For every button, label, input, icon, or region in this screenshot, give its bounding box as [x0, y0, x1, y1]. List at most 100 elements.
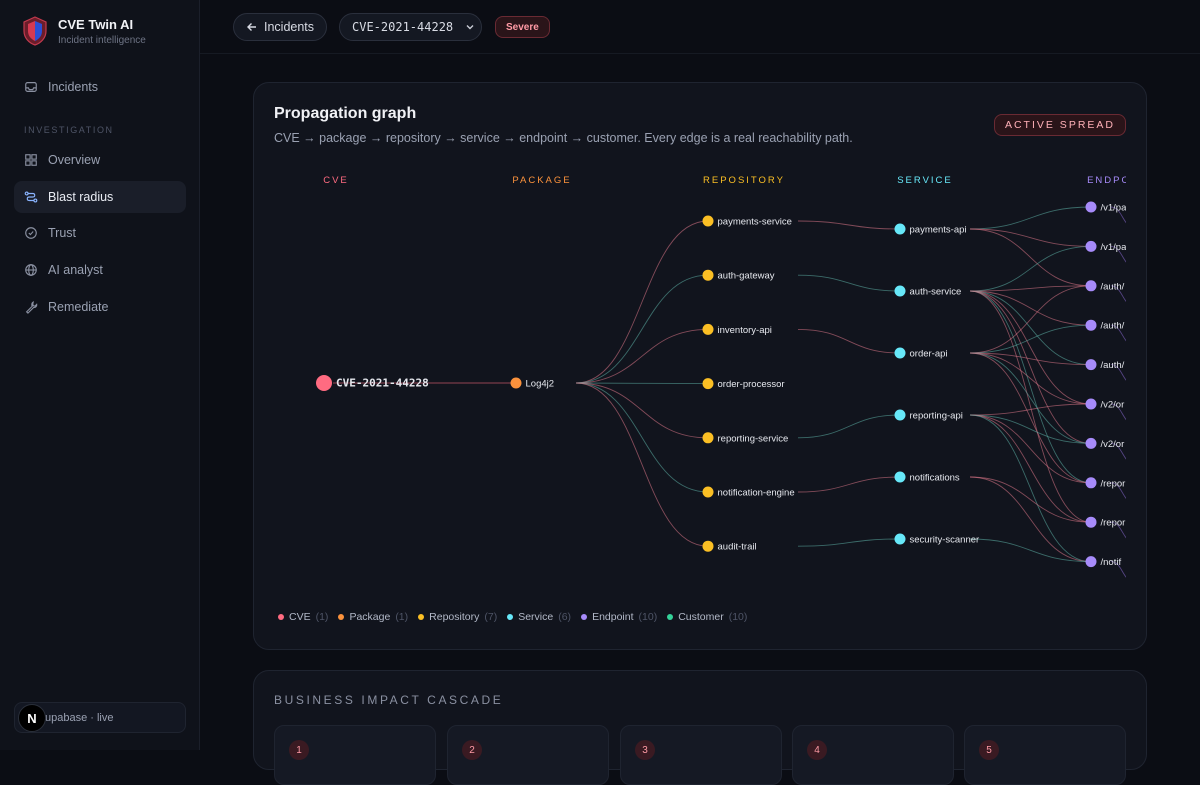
endpoint-node-label: /v2/or: [1101, 400, 1125, 411]
repository-node[interactable]: notification-engine: [702, 486, 795, 499]
graph-edge: [969, 476, 1092, 563]
legend-count: (1): [395, 611, 409, 623]
back-to-incidents-button[interactable]: Incidents: [233, 13, 327, 41]
endpoint-node[interactable]: /notif: [1085, 556, 1122, 568]
brand[interactable]: CVE Twin AI Incident intelligence: [22, 16, 146, 46]
repository-node[interactable]: inventory-api: [702, 323, 772, 336]
edge-layer: [333, 206, 1126, 578]
endpoint-node[interactable]: /v1/pa: [1085, 201, 1127, 214]
graph-edge: [797, 476, 901, 493]
endpoint-node[interactable]: /repor: [1085, 516, 1126, 529]
repository-node[interactable]: order-processor: [702, 378, 785, 390]
graph-edge: [797, 414, 901, 439]
endpoint-node-dot: [1085, 398, 1097, 410]
legend-count: (10): [728, 611, 748, 623]
endpoint-node[interactable]: /v2/or: [1085, 437, 1125, 450]
impact-step[interactable]: 4: [792, 725, 954, 785]
graph-edge: [575, 328, 709, 384]
endpoint-node-dot: [1085, 556, 1097, 568]
legend-label: Customer: [678, 611, 724, 623]
sidebar-item-incidents[interactable]: Incidents: [14, 71, 186, 103]
connection-status-text: upabase · live: [45, 711, 114, 724]
repository-node[interactable]: reporting-service: [702, 432, 789, 444]
endpoint-node[interactable]: /auth/: [1085, 280, 1125, 292]
endpoint-node[interactable]: /auth/: [1085, 319, 1125, 332]
check-circle-icon: [25, 227, 37, 239]
service-node[interactable]: notifications: [894, 471, 960, 484]
repository-node-dot: [702, 432, 714, 444]
graph-edge: [575, 382, 709, 493]
step-number: 1: [289, 740, 309, 760]
endpoint-node[interactable]: /auth/: [1085, 359, 1125, 371]
impact-title: BUSINESS IMPACT CASCADE: [274, 693, 504, 707]
endpoint-node-dot: [1085, 319, 1097, 331]
impact-step[interactable]: 3: [620, 725, 782, 785]
graph-edge: [575, 220, 709, 384]
inbox-icon: [25, 82, 37, 92]
sidebar-item-ai-analyst[interactable]: AI analyst: [14, 254, 186, 286]
repository-node-dot: [702, 486, 714, 498]
service-node-dot: [894, 471, 906, 483]
endpoint-node-label: /repor: [1101, 478, 1126, 489]
column-header-endpoint: ENDPO: [1087, 175, 1126, 186]
cve-selector[interactable]: CVE-2021-44228: [339, 13, 482, 41]
service-node-label: auth-service: [910, 287, 962, 298]
graph-edge: [575, 274, 709, 384]
graph-edge: [969, 352, 1092, 484]
endpoint-node-label: /notif: [1101, 557, 1122, 568]
impact-step[interactable]: 5: [964, 725, 1126, 785]
nav-section-label: INVESTIGATION: [24, 125, 114, 135]
endpoint-node[interactable]: /repor: [1085, 477, 1126, 489]
framework-badge[interactable]: N: [18, 704, 46, 732]
service-node[interactable]: auth-service: [894, 285, 962, 298]
column-header-cve: CVE: [323, 175, 349, 186]
package-node-dot: [510, 377, 522, 389]
impact-step[interactable]: 2: [447, 725, 609, 785]
sidebar-item-trust[interactable]: Trust: [14, 217, 186, 249]
repository-node-dot: [702, 378, 714, 390]
endpoint-node-dot: [1085, 280, 1097, 292]
repository-node-label: inventory-api: [718, 325, 772, 336]
legend-dot: [418, 614, 425, 620]
legend-dot: [338, 614, 345, 620]
sidebar-item-remediate[interactable]: Remediate: [14, 291, 186, 323]
cve-node[interactable]: CVE-2021-44228: [316, 375, 429, 391]
arrow-left-icon: [247, 23, 256, 31]
graph-edge: [969, 414, 1092, 484]
legend-item-customer: Customer (10): [667, 611, 747, 623]
sidebar-item-overview[interactable]: Overview: [14, 144, 186, 176]
cve-selector-value: CVE-2021-44228: [352, 20, 454, 34]
service-node[interactable]: reporting-api: [894, 409, 963, 422]
legend-label: Service: [518, 611, 554, 623]
brand-title: CVE Twin AI: [58, 16, 134, 32]
brand-subtitle: Incident intelligence: [58, 34, 146, 46]
shield-logo-icon: [23, 16, 47, 46]
legend-label: Endpoint: [592, 611, 634, 623]
service-node[interactable]: order-api: [894, 347, 948, 360]
endpoint-node-label: /v2/or: [1101, 439, 1125, 450]
repository-node-dot: [702, 323, 714, 335]
propagation-graph[interactable]: CVE PACKAGE REPOSITORY SERVICE ENDPO CVE-2021…: [254, 163, 1126, 583]
impact-step[interactable]: 1: [274, 725, 436, 785]
endpoint-node[interactable]: /v2/or: [1085, 398, 1125, 411]
legend-item-cve: CVE (1): [278, 611, 328, 623]
repository-node[interactable]: auth-gateway: [702, 269, 775, 282]
endpoint-node-dot: [1085, 201, 1097, 213]
legend-count: (1): [315, 611, 329, 623]
propagation-graph-card: Propagation graph CVE → package → reposi…: [253, 82, 1147, 650]
card-title: Propagation graph: [274, 105, 417, 122]
service-node-dot: [894, 347, 906, 359]
service-node[interactable]: payments-api: [894, 223, 967, 236]
globe-icon: [25, 264, 37, 276]
repository-node[interactable]: payments-service: [702, 215, 792, 228]
repository-node[interactable]: audit-trail: [702, 540, 757, 553]
service-node[interactable]: security-scanner: [894, 533, 980, 546]
legend-item-package: Package (1): [338, 611, 408, 623]
endpoint-node[interactable]: /v1/pa: [1085, 240, 1127, 253]
step-number: 2: [462, 740, 482, 760]
package-node[interactable]: Log4j2: [510, 377, 555, 390]
sidebar-item-blast-radius[interactable]: Blast radius: [14, 181, 186, 213]
graph-edge: [575, 382, 709, 439]
repository-node-label: payments-service: [718, 217, 792, 228]
sidebar: CVE Twin AI Incident intelligence Incide…: [0, 0, 200, 750]
